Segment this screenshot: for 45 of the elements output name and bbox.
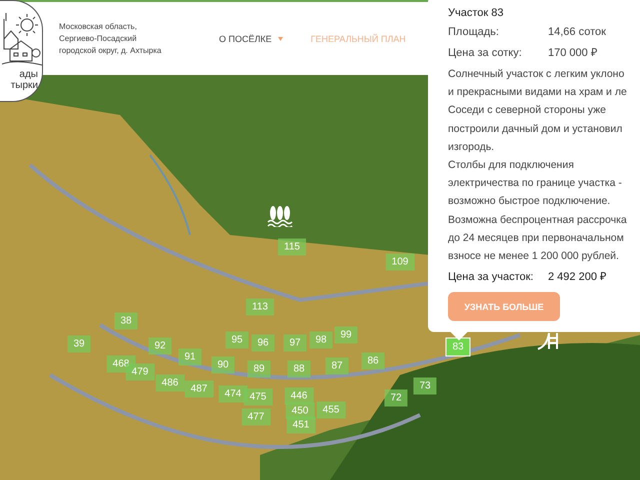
price-value: 2 492 200 ₽ xyxy=(548,270,606,286)
address-text: Московская область, Сергиево-Посадский городской округ, д. Ахтырка xyxy=(59,20,162,56)
plot-label[interactable]: 83 xyxy=(446,338,470,356)
plot-label[interactable]: 38 xyxy=(114,312,138,330)
plot-label[interactable]: 113 xyxy=(246,298,274,316)
spec-label: Цена за сотку: xyxy=(448,46,523,61)
spec-value: 170 000 ₽ xyxy=(548,46,597,61)
plot-label[interactable]: 455 xyxy=(316,402,346,418)
logo-text: тырки xyxy=(10,80,38,91)
plot-label[interactable]: 98 xyxy=(309,332,333,348)
plot-title: Участок 83 xyxy=(448,6,504,21)
spec-label: Площадь: xyxy=(448,25,500,40)
plot-label[interactable]: 479 xyxy=(126,364,154,380)
logo-badge[interactable]: ады тырки xyxy=(0,0,43,102)
learn-more-button[interactable]: УЗНАТЬ БОЛЬШЕ xyxy=(448,292,560,322)
plot-label[interactable]: 73 xyxy=(413,378,437,394)
logo-text: ады xyxy=(18,69,38,80)
plot-label[interactable]: 109 xyxy=(386,254,414,270)
plot-label[interactable]: 90 xyxy=(211,356,235,374)
plot-label[interactable]: 89 xyxy=(247,360,271,378)
plot-label[interactable]: 486 xyxy=(156,374,184,392)
plot-label[interactable]: 72 xyxy=(384,390,408,406)
plot-label[interactable]: 451 xyxy=(286,416,316,434)
plot-label[interactable]: 474 xyxy=(218,386,248,402)
plot-label[interactable]: 96 xyxy=(251,334,275,352)
plot-label[interactable]: 92 xyxy=(148,338,172,354)
plot-label[interactable]: 97 xyxy=(283,334,307,352)
water-fountain-icon xyxy=(267,205,293,227)
plot-label[interactable]: 95 xyxy=(225,332,249,348)
description-text: Солнечный участок с легким уклоно и прекрасными видами на храм и ле Соседи с северной стороны уже построили дачный дом и установил изгородь. xyxy=(448,67,628,155)
description-text: Столбы для подключения электричества по границе участка - возможно быстрое подключение. Возможна беспроцентная рассрочка до 24 месяцев при первоначальном взносе не менее 1 200 000 рублей. xyxy=(448,158,628,264)
plot-label[interactable]: 91 xyxy=(178,348,202,366)
plot-label[interactable]: 477 xyxy=(242,408,270,426)
nav-link[interactable]: О ПОСЁЛКЕ xyxy=(219,34,283,44)
plot-label[interactable]: 88 xyxy=(287,360,311,378)
price-label: Цена за участок: xyxy=(448,270,534,286)
plot-label[interactable]: 475 xyxy=(244,388,272,406)
plot-label[interactable]: 115 xyxy=(278,238,306,256)
plot-label[interactable]: 487 xyxy=(184,380,214,398)
nav-link[interactable]: ГЕНЕРАЛЬНЫЙ ПЛАН xyxy=(310,34,406,44)
plot-label[interactable]: 86 xyxy=(361,352,385,370)
plot-label[interactable]: 39 xyxy=(67,336,91,352)
spec-value: 14,66 соток xyxy=(548,25,606,40)
plot-label[interactable]: 99 xyxy=(334,326,358,344)
plot-label[interactable]: 87 xyxy=(325,358,349,374)
